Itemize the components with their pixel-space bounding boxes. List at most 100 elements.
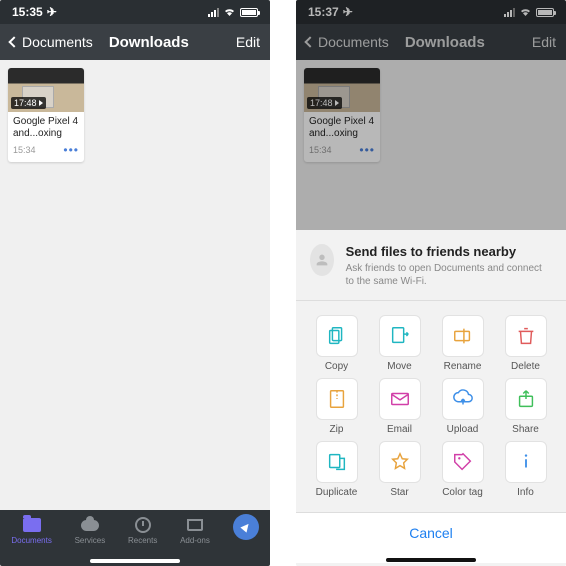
action-upload: Upload	[434, 378, 491, 435]
action-star: Star	[371, 441, 428, 498]
nav-bar: Documents Downloads Edit	[0, 24, 270, 60]
folder-icon	[23, 518, 41, 532]
action-label: Move	[387, 361, 411, 372]
duration-badge: 17:48	[307, 97, 342, 109]
tab-bar: Documents Services Recents Add-ons	[0, 510, 270, 566]
location-icon: ✈	[47, 5, 57, 19]
status-time: 15:37	[308, 5, 339, 19]
action-label: Copy	[325, 361, 348, 372]
action-info: Info	[497, 441, 554, 498]
back-button[interactable]: Documents	[306, 34, 389, 50]
rename-button[interactable]	[442, 315, 484, 357]
tab-documents[interactable]: Documents	[11, 516, 51, 545]
tab-services[interactable]: Services	[75, 516, 106, 545]
battery-icon	[536, 8, 554, 17]
tab-browser[interactable]	[233, 516, 259, 540]
back-button[interactable]: Documents	[10, 34, 93, 50]
duplicate-icon	[326, 451, 348, 473]
action-label: Info	[517, 487, 534, 498]
upload-button[interactable]	[442, 378, 484, 420]
status-time: 15:35	[12, 5, 43, 19]
play-icon	[335, 100, 339, 106]
file-title: Google Pixel 4 and...oxing	[13, 116, 79, 140]
colortag-button[interactable]	[442, 441, 484, 483]
cloud-icon	[81, 520, 99, 531]
file-time: 15:34	[309, 145, 332, 155]
more-button[interactable]: •••	[63, 143, 79, 157]
signal-icon	[208, 8, 219, 17]
action-label: Upload	[447, 424, 479, 435]
action-share: Share	[497, 378, 554, 435]
star-button[interactable]	[379, 441, 421, 483]
file-title: Google Pixel 4 and...oxing	[309, 116, 375, 140]
copy-button[interactable]	[316, 315, 358, 357]
share-button[interactable]	[505, 378, 547, 420]
home-indicator[interactable]	[386, 558, 476, 562]
zip-icon	[326, 388, 348, 410]
chevron-left-icon	[304, 36, 315, 47]
share-icon	[515, 388, 537, 410]
action-copy: Copy	[308, 315, 365, 372]
delete-icon	[515, 325, 537, 347]
phone-left: 15:35 ✈ Documents Downloads Edit 17:48	[0, 0, 270, 566]
tab-recents[interactable]: Recents	[128, 516, 157, 545]
file-item[interactable]: 17:48 Google Pixel 4 and...oxing 15:34 •…	[304, 68, 380, 162]
share-subtext: Ask friends to open Documents and connec…	[346, 262, 552, 288]
move-icon	[389, 325, 411, 347]
action-zip: Zip	[308, 378, 365, 435]
share-nearby[interactable]: Send files to friends nearby Ask friends…	[296, 230, 566, 300]
more-button[interactable]: •••	[359, 143, 375, 157]
action-grid: Copy Move Rename Delete Zip Email Upload Share D…	[296, 301, 566, 512]
duplicate-button[interactable]	[316, 441, 358, 483]
upload-icon	[452, 388, 474, 410]
action-label: Zip	[330, 424, 344, 435]
action-duplicate: Duplicate	[308, 441, 365, 498]
file-grid: 17:48 Google Pixel 4 and...oxing 15:34 •…	[0, 60, 270, 510]
status-bar: 15:35 ✈	[0, 0, 270, 24]
person-icon	[310, 244, 334, 276]
cart-icon	[187, 519, 203, 531]
zip-button[interactable]	[316, 378, 358, 420]
file-thumbnail: 17:48	[304, 68, 380, 112]
page-title: Downloads	[405, 34, 485, 51]
chevron-left-icon	[8, 36, 19, 47]
action-email: Email	[371, 378, 428, 435]
location-icon: ✈	[343, 5, 353, 19]
back-label: Documents	[22, 34, 93, 50]
action-label: Star	[390, 487, 408, 498]
email-button[interactable]	[379, 378, 421, 420]
edit-button[interactable]: Edit	[532, 34, 556, 50]
star-icon	[389, 451, 411, 473]
action-rename: Rename	[434, 315, 491, 372]
action-label: Color tag	[442, 487, 483, 498]
action-label: Rename	[444, 361, 482, 372]
wifi-icon	[223, 7, 236, 17]
info-button[interactable]	[505, 441, 547, 483]
page-title: Downloads	[109, 34, 189, 51]
action-sheet: Send files to friends nearby Ask friends…	[296, 230, 566, 566]
action-label: Duplicate	[316, 487, 358, 498]
copy-icon	[326, 325, 348, 347]
phone-right: 15:37 ✈ Documents Downloads Edit 17:48	[296, 0, 566, 566]
delete-button[interactable]	[505, 315, 547, 357]
back-label: Documents	[318, 34, 389, 50]
play-icon	[39, 100, 43, 106]
share-heading: Send files to friends nearby	[346, 244, 552, 259]
action-label: Delete	[511, 361, 540, 372]
nav-bar: Documents Downloads Edit	[296, 24, 566, 60]
compass-icon	[233, 514, 259, 540]
file-thumbnail: 17:48	[8, 68, 84, 112]
status-bar: 15:37 ✈	[296, 0, 566, 24]
cancel-button[interactable]: Cancel	[296, 512, 566, 563]
info-icon	[515, 451, 537, 473]
tab-addons[interactable]: Add-ons	[180, 516, 210, 545]
action-delete: Delete	[497, 315, 554, 372]
action-colortag: Color tag	[434, 441, 491, 498]
home-indicator[interactable]	[90, 559, 180, 563]
move-button[interactable]	[379, 315, 421, 357]
action-move: Move	[371, 315, 428, 372]
edit-button[interactable]: Edit	[236, 34, 260, 50]
colortag-icon	[452, 451, 474, 473]
action-label: Email	[387, 424, 412, 435]
file-item[interactable]: 17:48 Google Pixel 4 and...oxing 15:34 •…	[8, 68, 84, 162]
